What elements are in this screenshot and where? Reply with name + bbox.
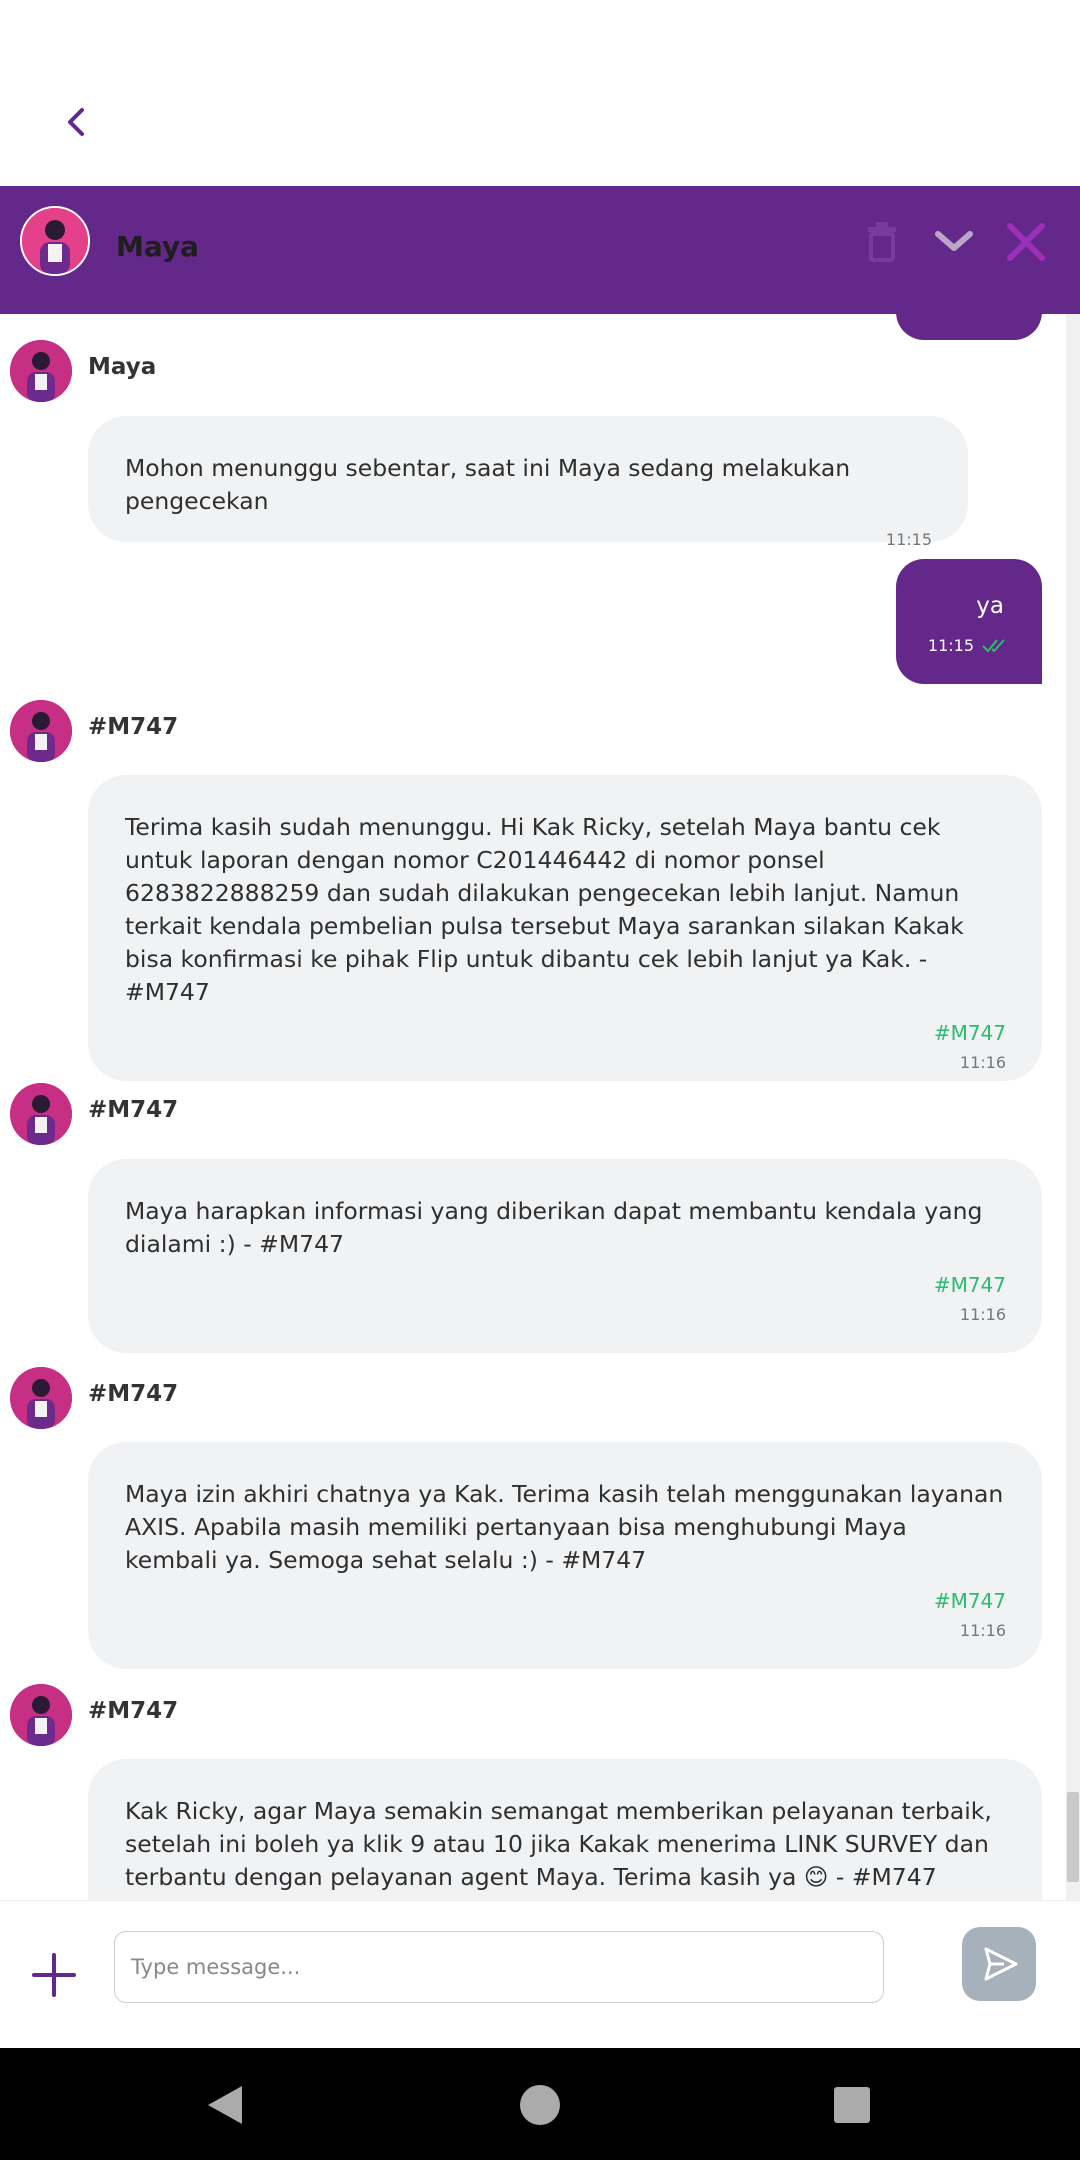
message-text: Kak Ricky, agar Maya semakin semangat me… xyxy=(125,1797,992,1891)
message-time: 11:16 xyxy=(959,1305,1006,1324)
nav-home-icon[interactable] xyxy=(500,2048,580,2160)
message-input[interactable] xyxy=(114,1931,884,2003)
trash-icon[interactable] xyxy=(856,216,908,268)
message-time: 11:16 xyxy=(959,1621,1006,1640)
previous-message-bubble xyxy=(896,314,1042,340)
agent-avatar xyxy=(10,700,72,762)
send-icon xyxy=(984,1947,1018,1981)
agent-name: Maya xyxy=(116,230,200,263)
agent-tag: #M747 xyxy=(933,1021,1006,1045)
top-bar xyxy=(0,0,1080,186)
agent-avatar xyxy=(10,340,72,402)
message-bubble: Mohon menunggu sebentar, saat ini Maya s… xyxy=(88,416,968,549)
agent-avatar xyxy=(10,1684,72,1746)
read-receipt-icon xyxy=(982,639,1005,653)
nav-recents-icon[interactable] xyxy=(812,2048,892,2160)
outgoing-message-text: ya xyxy=(976,593,1004,619)
message-bubble: Maya harapkan informasi yang diberikan d… xyxy=(88,1159,1042,1353)
message-text: Mohon menunggu sebentar, saat ini Maya s… xyxy=(125,454,851,515)
message-composer xyxy=(0,1900,1080,2048)
chevron-down-icon[interactable] xyxy=(928,216,980,268)
message-time: 11:15 xyxy=(885,530,932,549)
sender-name: Maya xyxy=(88,354,157,380)
message-text: Maya harapkan informasi yang diberikan d… xyxy=(125,1197,983,1258)
message-text: Maya izin akhiri chatnya ya Kak. Terima … xyxy=(125,1480,1004,1574)
chat-messages[interactable]: Maya Mohon menunggu sebentar, saat ini M… xyxy=(0,314,1080,1900)
close-icon[interactable] xyxy=(1000,216,1052,268)
scrollbar[interactable] xyxy=(1066,314,1080,1900)
agent-avatar xyxy=(10,1083,72,1145)
agent-tag: #M747 xyxy=(933,1589,1006,1613)
sender-name: #M747 xyxy=(88,1698,179,1724)
sender-name: #M747 xyxy=(88,1097,179,1123)
message-text: Terima kasih sudah menunggu. Hi Kak Rick… xyxy=(125,813,964,1006)
message-bubble: Kak Ricky, agar Maya semakin semangat me… xyxy=(88,1759,1042,1900)
message-time: 11:15 xyxy=(927,636,974,655)
back-icon[interactable] xyxy=(56,100,96,144)
plus-icon[interactable] xyxy=(30,1951,78,1999)
scrollbar-thumb[interactable] xyxy=(1067,1792,1079,1882)
agent-tag: #M747 xyxy=(933,1273,1006,1297)
agent-avatar xyxy=(20,206,90,276)
chat-header: Maya xyxy=(0,186,1080,314)
system-nav-bar xyxy=(0,2048,1080,2160)
send-button[interactable] xyxy=(962,1927,1036,2001)
outgoing-message-bubble: ya 11:15 xyxy=(896,559,1042,684)
message-bubble: Terima kasih sudah menunggu. Hi Kak Rick… xyxy=(88,775,1042,1081)
agent-avatar xyxy=(10,1367,72,1429)
message-bubble: Maya izin akhiri chatnya ya Kak. Terima … xyxy=(88,1442,1042,1669)
sender-name: #M747 xyxy=(88,714,179,740)
sender-name: #M747 xyxy=(88,1381,179,1407)
message-time: 11:16 xyxy=(959,1053,1006,1072)
nav-back-icon[interactable] xyxy=(186,2048,266,2160)
